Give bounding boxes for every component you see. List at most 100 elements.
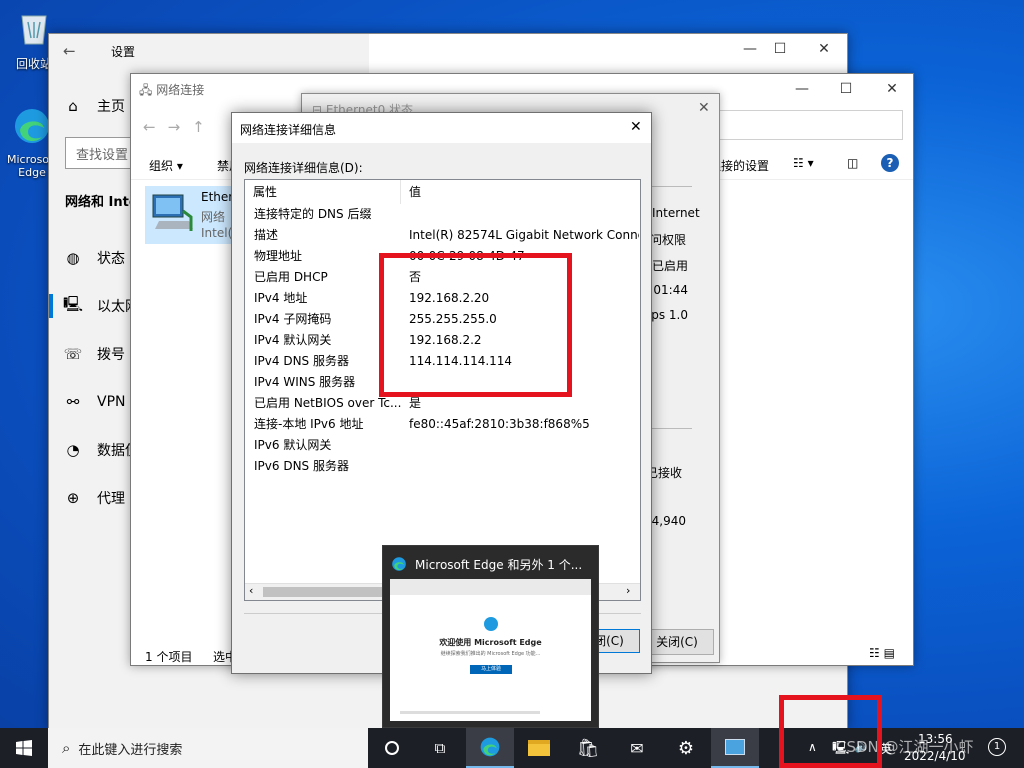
netconn-close-button[interactable]: ✕ [869, 74, 915, 106]
folder-icon [528, 740, 550, 756]
change-settings-button[interactable]: 更改此连接的设置 [717, 157, 769, 174]
address-bar[interactable] [691, 110, 903, 140]
edge-taskbar-button[interactable] [466, 728, 514, 768]
details-row[interactable]: 描述 Intel(R) 82574L Gigabit Network Connec… [245, 225, 640, 246]
details-title: 网络连接详细信息 [240, 123, 337, 137]
task-view-icon: ⧉ [434, 739, 446, 757]
organize-button[interactable]: 组织 ▾ [149, 157, 183, 174]
netconn-title: 🖧 网络连接 [139, 83, 205, 97]
row-property: 连接-本地 IPv6 地址 [254, 417, 364, 431]
taskbar-search-input[interactable]: ⌕ 在此键入进行搜索 [48, 728, 368, 768]
network-adapter-icon [152, 194, 193, 231]
row-property: 描述 [254, 228, 279, 242]
row-property: IPv4 子网掩码 [254, 312, 332, 326]
maximize-button[interactable]: ☐ [757, 34, 803, 66]
preview-footer [400, 711, 540, 714]
network-icon: 🖧 [139, 83, 157, 97]
notification-icon[interactable]: 1 [988, 738, 1006, 756]
preview-toolbar [390, 579, 591, 595]
status-line-0: Internet [652, 206, 700, 220]
status-close-icon[interactable]: ✕ [698, 100, 710, 116]
ethernet0-name: Ethernet0 [201, 190, 231, 204]
details-row[interactable]: 连接-本地 IPv6 地址 fe80::45af:2810:3b38:f868%5 [245, 414, 640, 435]
status-line-6: 4,940 [652, 514, 686, 528]
details-close-icon[interactable]: ✕ [630, 119, 642, 135]
file-explorer-button[interactable] [515, 728, 563, 768]
store-button[interactable]: 🛍 [564, 728, 612, 768]
scroll-left-icon[interactable]: ‹ [249, 584, 253, 597]
settings-title: 设置 [111, 45, 136, 59]
ethernet0-sub1: 网络 [201, 210, 226, 224]
task-view-button[interactable]: ⧉ [416, 728, 464, 768]
row-property: IPv4 WINS 服务器 [254, 375, 356, 389]
status-divider-2 [652, 428, 692, 429]
ethernet-icon: 🖳 [62, 294, 83, 313]
help-icon[interactable]: ? [881, 154, 899, 172]
preview-welcome: 欢迎使用 Microsoft Edge [439, 638, 542, 647]
cortana-button[interactable] [368, 728, 416, 768]
details-row[interactable]: IPv6 DNS 服务器 [245, 456, 640, 477]
row-property: 连接特定的 DNS 后缀 [254, 207, 372, 221]
start-button[interactable] [0, 728, 48, 768]
mail-icon: ✉ [630, 738, 644, 758]
ethernet0-sub2: Intel(R) 82574L Gigabit... [201, 226, 231, 240]
netconn-minimize-button[interactable]: — [779, 74, 825, 106]
selected-indicator [49, 294, 53, 318]
col-property-header[interactable]: 属性 [245, 180, 401, 204]
cortana-icon [385, 741, 399, 755]
row-value: Intel(R) 82574L Gigabit Network Connecti… [409, 228, 639, 242]
back-icon[interactable]: ← [63, 42, 76, 60]
proxy-icon: ⊕ [66, 489, 80, 507]
control-panel-taskbar-button[interactable] [711, 728, 759, 768]
col-value-header[interactable]: 值 [401, 180, 421, 204]
dialup-icon: ☏ [63, 345, 83, 363]
row-property: IPv4 默认网关 [254, 333, 332, 347]
status-line-5: 已接收 [652, 466, 682, 480]
details-row[interactable]: IPv6 默认网关 [245, 435, 640, 456]
row-property: 物理地址 [254, 249, 303, 263]
row-value: fe80::45af:2810:3b38:f868%5 [409, 417, 590, 431]
edge-icon [480, 737, 500, 757]
store-icon: 🛍 [576, 737, 600, 759]
globe-icon: ◍ [66, 249, 80, 267]
preview-cta: 马上体验 [470, 665, 512, 674]
close-button[interactable]: ✕ [801, 34, 847, 66]
mail-button[interactable]: ✉ [613, 728, 661, 768]
highlight-ip-values [379, 253, 572, 397]
data-usage-icon: ◔ [66, 441, 80, 459]
nav-arrows[interactable]: ←→↑ [143, 118, 217, 136]
gear-icon: ⚙ [677, 737, 695, 759]
details-label: 网络连接详细信息(D): [244, 161, 363, 175]
edge-icon [15, 109, 49, 143]
details-view-icon[interactable]: ☷ ▤ [869, 646, 895, 660]
settings-taskbar-button[interactable]: ⚙ [662, 728, 710, 768]
details-row[interactable]: 连接特定的 DNS 后缀 [245, 204, 640, 225]
status-line-1: 无网络访问权限 [652, 233, 686, 247]
preview-pane-icon[interactable]: ◫ [847, 156, 858, 170]
row-property: IPv4 DNS 服务器 [254, 354, 349, 368]
home-icon: ⌂ [68, 97, 78, 115]
scroll-right-icon[interactable]: › [626, 584, 630, 597]
status-line-2: 已启用 [652, 259, 688, 273]
netconn-maximize-button[interactable]: ☐ [823, 74, 869, 106]
thumbnail-preview: 欢迎使用 Microsoft Edge 继续探索我们推出的 Microsoft … [390, 579, 591, 721]
preview-sub: 继续探索我们推出的 Microsoft Edge 功能... [440, 651, 541, 657]
edge-icon [392, 557, 406, 571]
row-property: 已启用 DHCP [254, 270, 328, 284]
status-line-3: 01:44 [653, 283, 688, 297]
highlight-tray [779, 695, 882, 768]
row-property: IPv6 默认网关 [254, 438, 332, 452]
preview-edge-logo [484, 617, 498, 631]
status-divider [652, 186, 692, 187]
search-icon: ⌕ [62, 739, 71, 757]
view-options-icon[interactable]: ☷ ▾ [793, 156, 814, 170]
control-panel-icon [725, 739, 745, 755]
edge-taskbar-thumbnail[interactable]: Microsoft Edge 和另外 1 个... 欢迎使用 Microsoft… [382, 545, 599, 728]
status-selected: 选中 1 个项目 [213, 650, 233, 664]
status-line-4: 1.0 Gbps [652, 308, 688, 322]
windows-icon [16, 740, 32, 756]
vpn-icon: ⚯ [66, 393, 80, 411]
status-count: 1 个项目 [145, 650, 193, 664]
row-property: IPv4 地址 [254, 291, 308, 305]
row-property: IPv6 DNS 服务器 [254, 459, 349, 473]
